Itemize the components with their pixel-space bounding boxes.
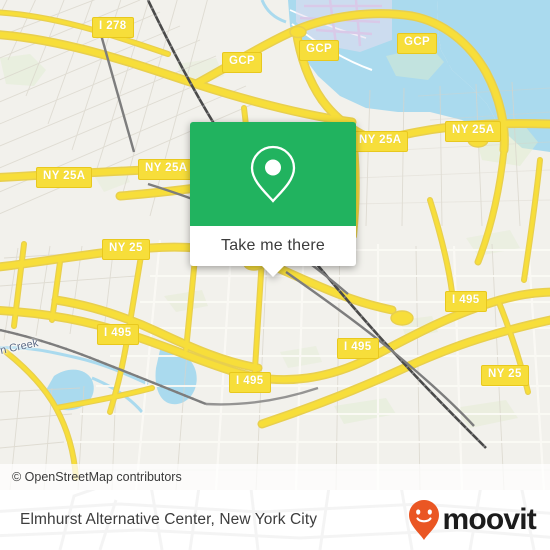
road-shield-ny-25a: NY 25A (352, 131, 409, 152)
road-shield-gcp: GCP (397, 33, 438, 54)
map-attribution-bar: © OpenStreetMap contributors (0, 464, 550, 490)
destination-popup-card[interactable]: Take me there (190, 122, 356, 277)
road-shield-gcp: GCP (222, 52, 263, 73)
road-shield-gcp: GCP (299, 40, 340, 61)
road-shield-ny-25a: NY 25A (445, 121, 502, 142)
take-me-there-label: Take me there (221, 237, 325, 254)
road-shield-i-495: I 495 (97, 324, 139, 345)
road-shield-ny-25a: NY 25A (138, 159, 195, 180)
map-pin-icon (250, 145, 296, 203)
road-shield-ny-25: NY 25 (102, 239, 150, 260)
card-action-area[interactable]: Take me there (190, 226, 356, 277)
footer-bar: Elmhurst Alternative Center, New York Ci… (0, 490, 550, 550)
road-shield-i-278: I 278 (92, 17, 134, 38)
road-shield-ny-25: NY 25 (481, 365, 529, 386)
card-pointer-tail (261, 265, 285, 277)
card-icon-area (190, 122, 356, 226)
road-shield-i-495: I 495 (445, 291, 487, 312)
moovit-brand-logo[interactable]: moovit (407, 499, 537, 541)
moovit-map-page: .wtr { fill:#aadaee; } .grn { fill:#dfec… (0, 0, 550, 550)
map-canvas[interactable]: .wtr { fill:#aadaee; } .grn { fill:#dfec… (0, 0, 550, 490)
moovit-pin-smiley-icon (409, 500, 440, 540)
moovit-wordmark: moovit (442, 503, 536, 536)
road-shield-i-495: I 495 (337, 338, 379, 359)
road-shield-ny-25a: NY 25A (36, 167, 93, 188)
place-title: Elmhurst Alternative Center, New York Ci… (20, 511, 318, 528)
road-shield-i-495: I 495 (229, 372, 271, 393)
osm-attribution-text[interactable]: © OpenStreetMap contributors (0, 470, 182, 484)
